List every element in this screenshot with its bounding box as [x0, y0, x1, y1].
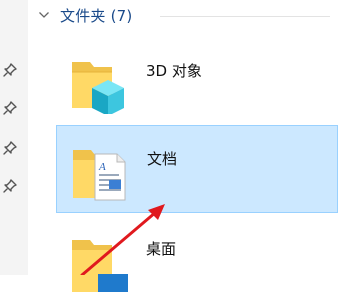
- folder-3d-objects-icon: [72, 62, 124, 114]
- chevron-down-icon[interactable]: [38, 9, 50, 21]
- item-label: 3D 对象: [146, 62, 202, 80]
- folder-desktop-icon: [72, 240, 128, 292]
- group-header-folders[interactable]: 文件夹 (7): [38, 4, 132, 26]
- quick-access-pin-column: [0, 0, 28, 275]
- pin-icon[interactable]: [2, 62, 18, 78]
- folder-documents-icon: A: [73, 150, 126, 201]
- group-divider: [160, 16, 330, 17]
- svg-text:A: A: [98, 161, 106, 173]
- folder-item-desktop[interactable]: 桌面: [56, 214, 338, 302]
- pin-icon[interactable]: [2, 100, 18, 116]
- pin-icon[interactable]: [2, 140, 18, 156]
- folder-item-documents[interactable]: A 文档: [56, 125, 338, 213]
- item-label: 文档: [147, 150, 178, 168]
- pin-icon[interactable]: [2, 178, 18, 194]
- group-title: 文件夹 (7): [60, 6, 133, 25]
- folder-item-3d-objects[interactable]: 3D 对象: [56, 36, 338, 124]
- item-label: 桌面: [146, 240, 177, 258]
